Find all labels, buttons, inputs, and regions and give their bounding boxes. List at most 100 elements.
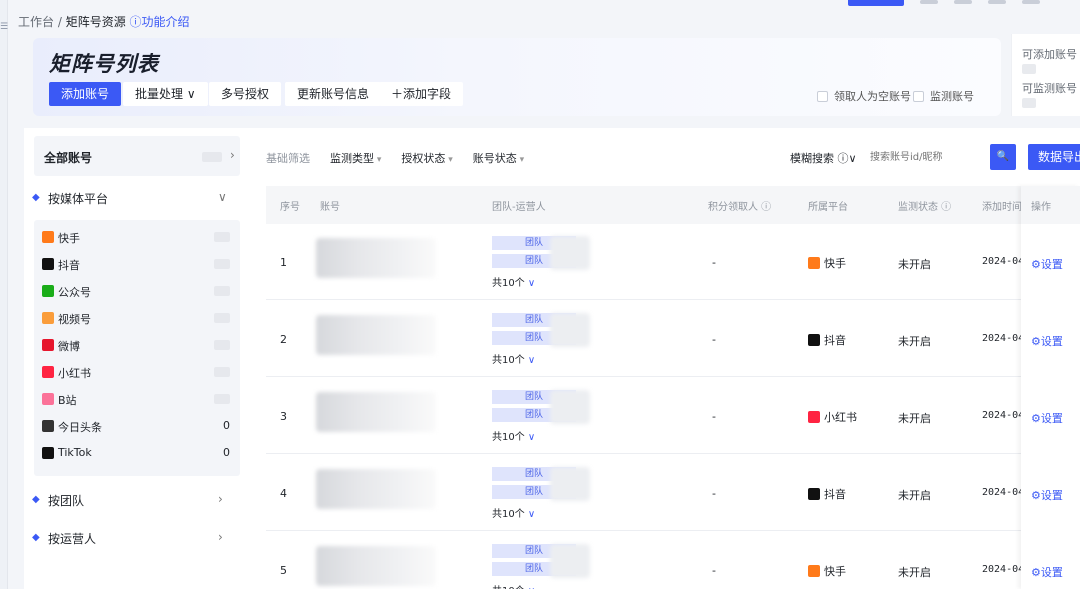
- top-right-toolbar: [848, 0, 1040, 6]
- account-avatar-blurred[interactable]: [316, 238, 436, 278]
- empty-receiver-checkbox[interactable]: 领取人为空账号: [817, 88, 911, 104]
- platform-count-blurred: [214, 367, 230, 377]
- table-row[interactable]: 1 团队 团队 共10个 ∨ - 快手 未开启 2024-04: [266, 224, 1080, 300]
- team-total-toggle[interactable]: 共10个 ∨: [492, 274, 535, 289]
- col-team: 团队-运营人: [492, 202, 546, 213]
- search-input[interactable]: [866, 146, 984, 168]
- platform-item[interactable]: TikTok 0: [42, 444, 232, 464]
- row-seq: 1: [280, 256, 287, 269]
- platform-item[interactable]: 抖音: [42, 255, 232, 275]
- col-monitor: 监测状态 ⓘ: [898, 202, 952, 213]
- settings-link[interactable]: ⚙设置: [1031, 564, 1063, 580]
- row-seq: 4: [280, 487, 287, 500]
- platform-item[interactable]: 快手: [42, 228, 232, 248]
- kuaishou-icon: [808, 565, 820, 577]
- platform-item[interactable]: 微博: [42, 336, 232, 356]
- platform-item[interactable]: B站: [42, 390, 232, 410]
- main-panel: 基础筛选 监测类型 授权状态 账号状态 模糊搜索 ⓘ∨ 🔍 数据导出 序号 账号…: [250, 128, 1080, 589]
- team-total-toggle[interactable]: 共10个 ∨: [492, 505, 535, 520]
- col-platform: 所属平台: [808, 202, 848, 213]
- group-label: 按团队: [48, 494, 85, 508]
- row-seq: 2: [280, 333, 287, 346]
- table-row[interactable]: 2 团队 团队 共10个 ∨ - 抖音 未开启 2024-04: [266, 301, 1080, 377]
- left-collapse-strip[interactable]: ☰: [0, 0, 8, 589]
- export-button[interactable]: 数据导出: [1028, 144, 1080, 170]
- row-seq: 5: [280, 564, 287, 577]
- base-filter-label: 基础筛选: [266, 152, 310, 165]
- group-label: 按媒体平台: [48, 192, 109, 206]
- group-by-operator[interactable]: ◆ 按运营人 ›: [32, 528, 242, 548]
- team-total-toggle[interactable]: 共10个 ∨: [492, 582, 535, 589]
- row-platform-label: 小红书: [824, 411, 857, 424]
- diamond-icon: ◆: [32, 192, 40, 203]
- row-points: -: [712, 256, 716, 269]
- checkbox-box[interactable]: [913, 90, 924, 102]
- all-accounts-item[interactable]: 全部账号 ›: [34, 136, 240, 176]
- platform-item[interactable]: 公众号: [42, 282, 232, 302]
- account-avatar-blurred[interactable]: [316, 469, 436, 509]
- table-row[interactable]: 4 团队 团队 共10个 ∨ - 抖音 未开启 2024-04: [266, 455, 1080, 531]
- settings-link[interactable]: ⚙设置: [1031, 487, 1063, 503]
- bilibili-icon: [42, 393, 54, 405]
- row-platform: 小红书: [808, 409, 857, 425]
- row-platform-label: 快手: [824, 565, 846, 578]
- help-link[interactable]: ⓘ功能介绍: [130, 15, 190, 29]
- account-avatar-blurred[interactable]: [316, 392, 436, 432]
- operator-blurred: [550, 390, 590, 424]
- checkbox-label: 监测账号: [930, 90, 974, 103]
- fuzzy-search-select[interactable]: 模糊搜索 ⓘ∨: [790, 150, 857, 166]
- table-row[interactable]: 3 团队 团队 共10个 ∨ - 小红书 未开启 2024-04: [266, 378, 1080, 454]
- multi-auth-button[interactable]: 多号授权: [209, 82, 282, 106]
- add-account-button[interactable]: 添加账号: [49, 82, 122, 106]
- operator-blurred: [550, 467, 590, 501]
- row-added-time: 2024-04: [982, 487, 1022, 498]
- avatar[interactable]: [1022, 0, 1040, 4]
- top-icon[interactable]: [988, 0, 1006, 4]
- auth-status-dropdown[interactable]: 授权状态: [401, 150, 452, 166]
- chevron-down-icon: ∨: [527, 355, 536, 366]
- chevron-down-icon: ∨: [527, 432, 536, 443]
- team-total-toggle[interactable]: 共10个 ∨: [492, 351, 535, 366]
- quota-card: 可添加账号 可监测账号: [1011, 34, 1080, 116]
- platform-count-blurred: [214, 340, 230, 350]
- checkbox-label: 领取人为空账号: [834, 90, 911, 103]
- breadcrumb-root[interactable]: 工作台: [18, 15, 54, 29]
- platform-item[interactable]: 视频号: [42, 309, 232, 329]
- platform-label: 微博: [58, 340, 80, 353]
- top-action-button[interactable]: [848, 0, 904, 6]
- update-info-button[interactable]: 更新账号信息: [285, 82, 382, 106]
- group-by-platform[interactable]: ◆ 按媒体平台 ∨: [32, 188, 242, 208]
- search-button[interactable]: 🔍: [990, 144, 1016, 170]
- col-op-header: 操作: [1021, 186, 1080, 224]
- settings-link[interactable]: ⚙设置: [1031, 333, 1063, 349]
- douyin-icon: [42, 258, 54, 270]
- monitor-type-dropdown[interactable]: 监测类型: [330, 150, 381, 166]
- channels-icon: [42, 312, 54, 324]
- group-by-team[interactable]: ◆ 按团队 ›: [32, 490, 242, 510]
- top-icon[interactable]: [954, 0, 972, 4]
- account-avatar-blurred[interactable]: [316, 546, 436, 586]
- monitor-account-checkbox[interactable]: 监测账号: [913, 88, 974, 104]
- row-platform: 快手: [808, 255, 846, 271]
- platform-item[interactable]: 今日头条 0: [42, 417, 232, 437]
- platform-item[interactable]: 小红书: [42, 363, 232, 383]
- all-accounts-count: [202, 152, 222, 162]
- batch-process-button[interactable]: 批量处理 ∨: [123, 82, 208, 106]
- account-avatar-blurred[interactable]: [316, 315, 436, 355]
- checkbox-box[interactable]: [817, 90, 828, 102]
- table-row[interactable]: 5团队团队共10个 ∨-快手未开启2024-04: [266, 532, 1080, 589]
- row-seq: 3: [280, 410, 287, 423]
- top-icon[interactable]: [920, 0, 938, 4]
- platform-label: 公众号: [58, 286, 91, 299]
- table-header: 序号 账号 团队-运营人 积分领取人 ⓘ 所属平台 监测状态 ⓘ 添加时间: [266, 186, 1080, 224]
- add-field-button[interactable]: ＋添加字段: [379, 82, 464, 106]
- platform-label: 视频号: [58, 313, 91, 326]
- team-total-label: 共10个: [492, 432, 525, 443]
- settings-link[interactable]: ⚙设置: [1031, 256, 1063, 272]
- settings-link[interactable]: ⚙设置: [1031, 410, 1063, 426]
- row-points: -: [712, 333, 716, 346]
- row-monitor-status: 未开启: [898, 566, 931, 579]
- account-status-dropdown[interactable]: 账号状态: [473, 150, 524, 166]
- team-total-toggle[interactable]: 共10个 ∨: [492, 428, 535, 443]
- collapse-icon[interactable]: ☰: [0, 22, 8, 32]
